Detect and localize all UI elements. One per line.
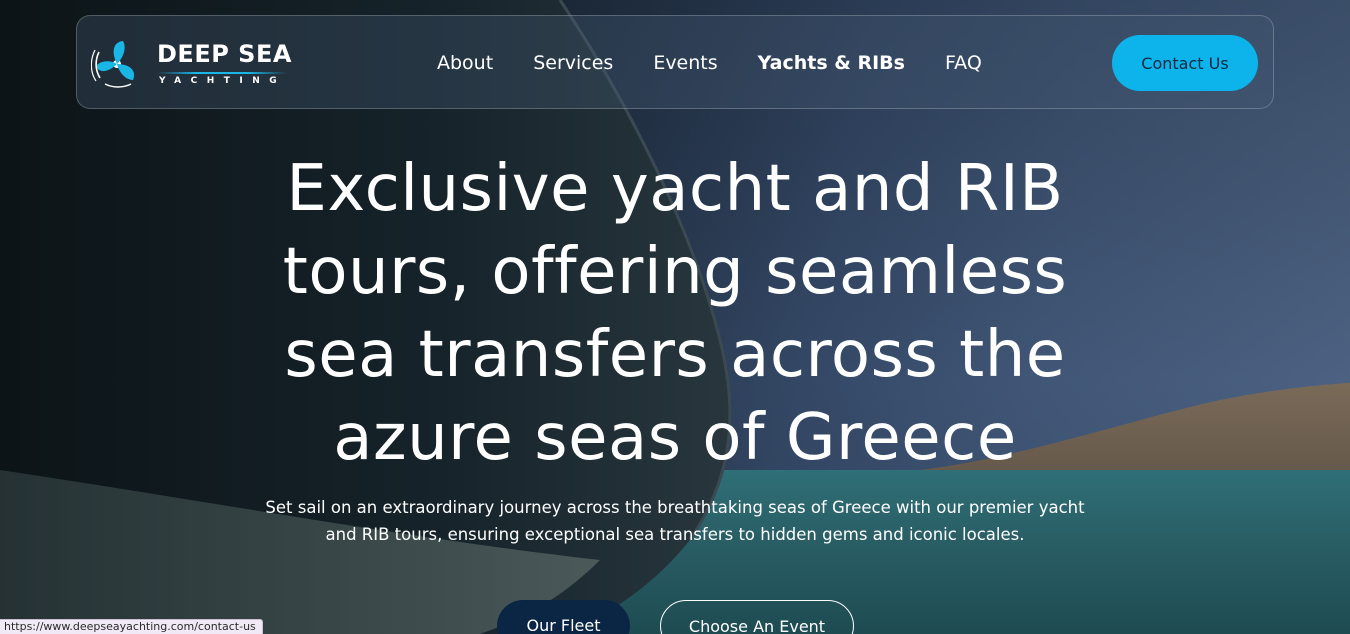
nav-item-events[interactable]: Events (653, 52, 717, 74)
hero-section: DEEP SEA YACHTING About Services Events … (0, 0, 1350, 634)
main-nav: About Services Events Yachts & RIBs FAQ (437, 16, 1022, 110)
nav-item-yachts-ribs[interactable]: Yachts & RIBs (758, 52, 905, 74)
our-fleet-button[interactable]: Our Fleet (497, 600, 630, 634)
nav-item-faq[interactable]: FAQ (945, 52, 982, 74)
brand-name: DEEP SEA (157, 40, 292, 68)
brand-tagline: YACHTING (159, 76, 287, 86)
propeller-icon (91, 41, 135, 88)
brand-underline (157, 72, 287, 74)
nav-item-about[interactable]: About (437, 52, 493, 74)
nav-item-services[interactable]: Services (533, 52, 613, 74)
hero-subtext: Set sail on an extraordinary journey acr… (265, 498, 1085, 544)
link-preview-status: https://www.deepseayachting.com/contact-… (0, 619, 263, 634)
top-navbar: DEEP SEA YACHTING About Services Events … (76, 15, 1274, 109)
hero-headline: Exclusive yacht and RIB tours, offering … (282, 152, 1068, 475)
brand-logo[interactable]: DEEP SEA YACHTING (91, 36, 291, 92)
contact-us-button[interactable]: Contact Us (1112, 35, 1258, 91)
choose-event-button[interactable]: Choose An Event (660, 600, 854, 634)
